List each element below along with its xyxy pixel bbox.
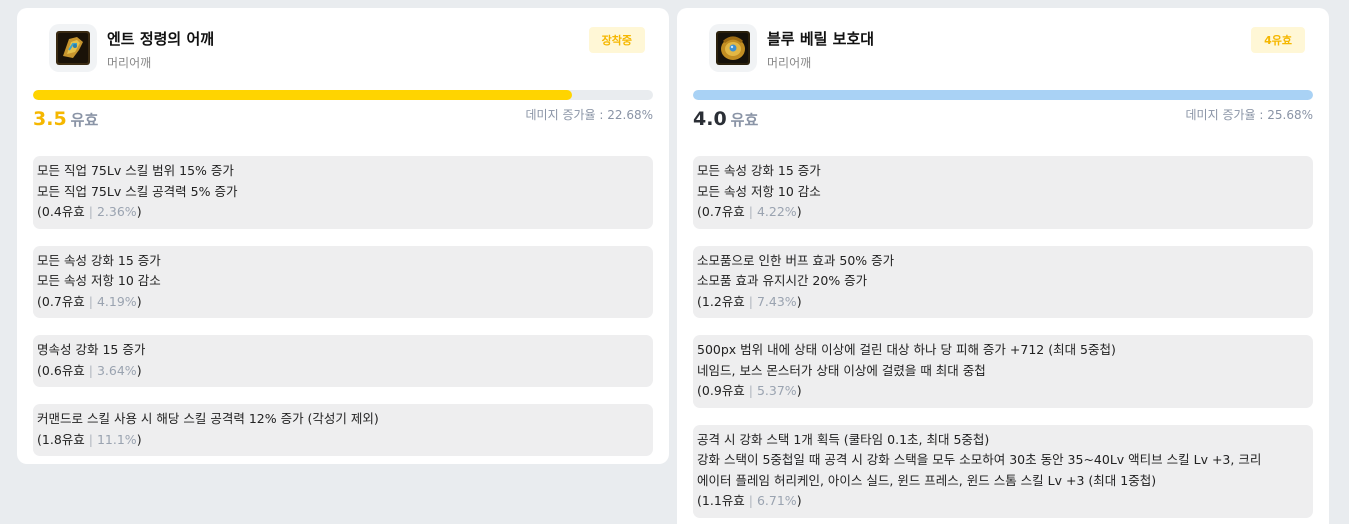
option-line: 모든 직업 75Lv 스킬 범위 15% 증가: [37, 163, 234, 178]
option-paren-close: ): [796, 493, 802, 508]
shoulder-armor-icon: [56, 31, 90, 65]
item-icon: [49, 24, 97, 72]
equipped-badge: 장착중: [588, 27, 645, 53]
item-card-ent-spirit-shoulder: 엔트 정령의 어깨 머리어깨 장착중 3.5 유효 데미지 증가율 : 22.68…: [17, 8, 669, 464]
option-score: (1.8유효 | 11.1%): [37, 430, 646, 451]
option-line: 500px 범위 내에 상태 이상에 걸린 대상 하나 당 피해 증가 +712…: [697, 342, 1116, 357]
option-separator: |: [88, 293, 93, 309]
option-damage-percent: 4.19%: [96, 293, 137, 309]
option-score: (0.7유효 | 4.22%): [697, 202, 1306, 223]
item-header: 엔트 정령의 어깨 머리어깨 장착중: [33, 24, 653, 74]
option-separator: |: [88, 362, 93, 378]
score-value: 4.0: [693, 108, 727, 130]
option-line: 소모품 효과 유지시간 20% 증가: [697, 273, 868, 288]
shoulder-armor-icon: [716, 31, 750, 65]
item-card-blue-beryl-guard: 블루 베릴 보호대 머리어깨 4유효 4.0 유효 데미지 증가율 : 25.68…: [677, 8, 1329, 524]
item-name: 엔트 정령의 어깨: [107, 30, 215, 48]
option-separator: |: [748, 383, 753, 398]
option-box: 커맨드로 스킬 사용 시 해당 스킬 공격력 12% 증가 (각성기 제외) (1…: [33, 404, 653, 456]
option-score-value: 1.8유효: [41, 431, 85, 447]
option-score: (0.9유효 | 5.37%): [697, 381, 1306, 402]
option-box: 소모품으로 인한 버프 효과 50% 증가소모품 효과 유지시간 20% 증가 (…: [693, 245, 1313, 318]
option-separator: |: [748, 204, 753, 219]
item-slot: 머리어깨: [107, 56, 152, 70]
option-box: 공격 시 강화 스택 1개 획득 (쿨타임 0.1초, 최대 5중첩) 강화 스택…: [693, 424, 1313, 518]
item-icon: [709, 24, 757, 72]
option-score-value: 1.2유효: [701, 293, 745, 309]
option-line: 모든 속성 저항 10 감소: [37, 273, 161, 288]
option-paren-close: ): [136, 431, 142, 447]
option-box: 모든 속성 강화 15 증가모든 속성 저항 10 감소 (0.7유효 | 4.2…: [693, 156, 1313, 229]
option-paren-close: ): [796, 383, 802, 398]
damage-increase-text: 데미지 증가율 : 25.68%: [1185, 108, 1313, 122]
option-list: 모든 속성 강화 15 증가모든 속성 저항 10 감소 (0.7유효 | 4.2…: [693, 156, 1313, 518]
score-row: 3.5 유효 데미지 증가율 : 22.68%: [33, 106, 653, 136]
option-score-value: 1.1유효: [701, 493, 745, 508]
option-box: 500px 범위 내에 상태 이상에 걸린 대상 하나 당 피해 증가 +712…: [693, 335, 1313, 408]
option-list: 모든 직업 75Lv 스킬 범위 15% 증가모든 직업 75Lv 스킬 공격력…: [33, 156, 653, 456]
option-damage-percent: 2.36%: [96, 204, 137, 219]
score-value: 3.5: [33, 108, 67, 130]
score-unit: 유효: [730, 111, 759, 129]
option-damage-percent: 11.1%: [96, 431, 137, 447]
option-paren-close: ): [796, 293, 802, 309]
option-line: 모든 속성 저항 10 감소: [697, 183, 821, 199]
item-slot: 머리어깨: [767, 56, 812, 70]
option-score-value: 0.4유효: [41, 204, 85, 219]
option-paren-close: ): [136, 362, 142, 378]
option-line: 공격 시 강화 스택 1개 획득 (쿨타임 0.1초, 최대 5중첩): [697, 431, 990, 447]
option-line: 모든 속성 강화 15 증가: [37, 252, 161, 268]
option-score: (1.1유효 | 6.71%): [697, 491, 1306, 512]
score-progress-bar: [33, 90, 653, 100]
option-box: 명속성 강화 15 증가 (0.6유효 | 3.64%): [33, 335, 653, 387]
option-score-value: 0.7유효: [41, 293, 85, 309]
score: 4.0 유효: [693, 108, 758, 130]
option-paren-close: ): [136, 293, 142, 309]
option-box: 모든 직업 75Lv 스킬 범위 15% 증가모든 직업 75Lv 스킬 공격력…: [33, 156, 653, 229]
option-score-value: 0.7유효: [701, 204, 745, 219]
score-badge: 4유효: [1251, 27, 1305, 53]
option-line: 소모품으로 인한 버프 효과 50% 증가: [697, 252, 895, 268]
option-score: (0.7유효 | 4.19%): [37, 292, 646, 313]
option-score: (1.2유효 | 7.43%): [697, 292, 1306, 313]
option-paren-close: ): [796, 204, 802, 219]
option-damage-percent: 3.64%: [96, 362, 137, 378]
option-line: 모든 직업 75Lv 스킬 공격력 5% 증가: [37, 183, 238, 199]
option-score-value: 0.9유효: [701, 383, 745, 398]
option-score: (0.6유효 | 3.64%): [37, 361, 646, 382]
option-line: 모든 속성 강화 15 증가: [697, 163, 821, 178]
option-line: 네임드, 보스 몬스터가 상태 이상에 걸렸을 때 최대 중첩: [697, 362, 986, 378]
option-score: (0.4유효 | 2.36%): [37, 202, 646, 223]
score-progress-fill: [33, 90, 573, 100]
option-line: 명속성 강화 15 증가: [37, 342, 146, 357]
option-damage-percent: 6.71%: [756, 493, 797, 508]
option-line: 에이터 플레임 허리케인, 아이스 실드, 윈드 프레스, 윈드 스톰 스킬 L…: [697, 472, 1157, 488]
score-row: 4.0 유효 데미지 증가율 : 25.68%: [693, 106, 1313, 136]
item-name: 블루 베릴 보호대: [767, 30, 875, 48]
score: 3.5 유효: [33, 108, 98, 130]
option-separator: |: [88, 204, 93, 219]
damage-increase-text: 데미지 증가율 : 22.68%: [525, 108, 653, 122]
option-line: 강화 스택이 5중첩일 때 공격 시 강화 스택을 모두 소모하여 30초 동안…: [697, 452, 1262, 467]
option-box: 모든 속성 강화 15 증가모든 속성 저항 10 감소 (0.7유효 | 4.1…: [33, 245, 653, 318]
option-damage-percent: 4.22%: [756, 204, 797, 219]
option-separator: |: [88, 431, 93, 447]
score-progress-bar: [693, 90, 1313, 100]
option-score-value: 0.6유효: [41, 362, 85, 378]
score-progress-fill: [693, 90, 1313, 100]
option-paren-close: ): [136, 204, 142, 219]
score-unit: 유효: [70, 111, 99, 129]
option-separator: |: [748, 493, 753, 508]
option-separator: |: [748, 293, 753, 309]
option-damage-percent: 5.37%: [756, 383, 797, 398]
option-damage-percent: 7.43%: [756, 293, 797, 309]
option-line: 커맨드로 스킬 사용 시 해당 스킬 공격력 12% 증가 (각성기 제외): [37, 411, 379, 426]
item-header: 블루 베릴 보호대 머리어깨 4유효: [693, 24, 1313, 74]
